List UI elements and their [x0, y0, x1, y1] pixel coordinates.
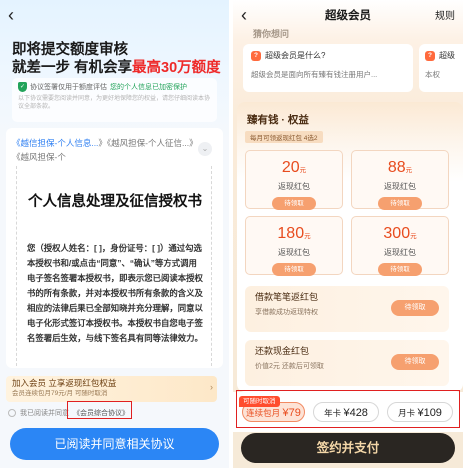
- coupon-label: 返现红包: [384, 248, 416, 257]
- coupon-card[interactable]: 88元 返现红包 待领取: [351, 150, 449, 210]
- question-icon: ?: [251, 50, 261, 61]
- agreement-links[interactable]: 《越信担保-个人信息...》《越风担保-个人征信...》《越风担保-个: [12, 136, 208, 164]
- agree-prefix: 我已阅读并同意: [20, 410, 69, 417]
- coupon-unit: 元: [304, 233, 311, 240]
- highlight-annotation: [236, 390, 460, 428]
- coupon-card[interactable]: 300元 返现红包 待领取: [351, 216, 449, 276]
- agreement-body: 您（授权人姓名：[ ]，身份证号：[ ]）通过勾选本授权书和/或点击“同意”、“…: [27, 243, 203, 343]
- back-icon[interactable]: ‹: [8, 4, 14, 26]
- coupon-unit: 元: [405, 167, 413, 174]
- coupon-label: 返现红包: [278, 182, 310, 191]
- privacy-protect-text: 您的个人信息已加密保护: [110, 84, 187, 91]
- faq-heading: 猜你想问: [253, 29, 290, 39]
- faq-question-2: 超级: [439, 51, 455, 60]
- claim-button[interactable]: 待领取: [378, 263, 422, 276]
- coupon-unit: 元: [410, 233, 417, 240]
- faq-answer: 超级会员是面向所有臻有钱注册用户...: [251, 70, 378, 79]
- faq-card-2[interactable]: ? 超级 本权: [419, 44, 463, 92]
- membership-promo[interactable]: 加入会员 立享返现红包权益 会员连续包月79元/月 可随时取消 ›: [6, 376, 217, 402]
- claim-button[interactable]: 待领取: [272, 263, 316, 276]
- coupon-label: 返现红包: [384, 182, 416, 191]
- faq-question: 超级会员是什么?: [265, 51, 326, 60]
- promo-subtitle: 会员连续包月79元/月 可随时取消: [12, 390, 108, 397]
- shield-icon: ✓: [18, 82, 27, 92]
- coupon-amount: 88: [387, 159, 406, 176]
- coupon-amount: 300: [383, 225, 411, 242]
- claim-button[interactable]: 待领取: [272, 197, 316, 210]
- coupon-label: 返现红包: [278, 248, 310, 257]
- privacy-note: ✓ 协议签署仅用于额度评估 您的个人信息已加密保护 以下协议需要您阅读并同意，为…: [12, 78, 217, 122]
- question-icon: ?: [425, 50, 435, 61]
- agreement-link-active[interactable]: 《越信担保-个人信息...: [12, 138, 98, 148]
- coupon-card[interactable]: 180元 返现红包 待领取: [245, 216, 343, 276]
- coupon-amount: 180: [277, 225, 305, 242]
- benefits-title: 臻有钱 · 权益: [247, 114, 309, 126]
- headline-highlight: 最高30万额度: [132, 60, 221, 76]
- chevron-down-icon[interactable]: ⌄: [198, 142, 212, 156]
- chevron-right-icon: ›: [210, 382, 213, 392]
- headline-prefix: 就差一步 有机会享: [12, 60, 133, 76]
- page-title: 超级会员: [325, 10, 371, 22]
- coupon-card[interactable]: 20元 返现红包 待领取: [245, 150, 343, 210]
- right-screen: ‹ 超级会员 规则 猜你想问 ? 超级会员是什么? 超级会员是面向所有臻有钱注册…: [233, 0, 463, 468]
- perk-card[interactable]: 还款现金红包 价值2元 还款后可领取 待领取: [245, 340, 449, 386]
- agree-submit-button[interactable]: 已阅读并同意相关协议: [10, 428, 219, 460]
- sign-and-pay-button[interactable]: 签约并支付: [241, 433, 455, 463]
- agreement-title: 个人信息处理及征信授权书: [28, 194, 202, 210]
- claim-button[interactable]: 待领取: [378, 197, 422, 210]
- agree-radio[interactable]: [8, 409, 16, 417]
- highlight-annotation: [67, 401, 132, 419]
- faq-card[interactable]: ? 超级会员是什么? 超级会员是面向所有臻有钱注册用户...: [243, 44, 413, 92]
- coupon-unit: 元: [299, 167, 307, 174]
- promo-title: 加入会员 立享返现红包权益: [12, 378, 117, 388]
- rules-link[interactable]: 规则: [435, 7, 455, 22]
- privacy-text: 协议签署仅用于额度评估: [30, 84, 107, 91]
- monthly-tag: 每月可领返现红包 4选2: [245, 131, 323, 143]
- headline-secondary: 就差一步 有机会享最高30万额度: [12, 56, 221, 77]
- perk-card[interactable]: 借款笔笔返红包 享借款成功返现特权 待领取: [245, 286, 449, 332]
- claim-button[interactable]: 待领取: [391, 354, 439, 370]
- claim-button[interactable]: 待领取: [391, 300, 439, 316]
- coupon-amount: 20: [281, 159, 300, 176]
- faq-answer-2: 本权: [425, 70, 440, 79]
- left-screen: ‹ 即将提交额度审核 就差一步 有机会享最高30万额度 ✓ 协议签署仅用于额度评…: [0, 0, 229, 468]
- privacy-detail: 以下协议需要您阅读并同意，为更好地保障您的权益，请您仔细阅读本协议全部条款。: [18, 96, 211, 110]
